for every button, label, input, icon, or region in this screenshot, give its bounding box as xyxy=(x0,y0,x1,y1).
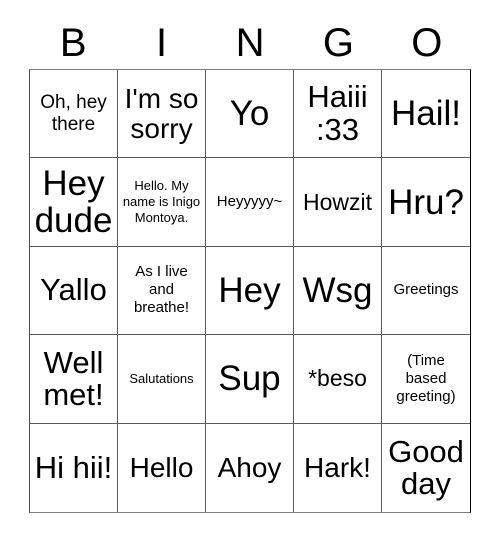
bingo-cell-text: Greetings xyxy=(393,281,459,299)
bingo-cell[interactable]: Hey dude xyxy=(30,158,118,247)
bingo-cell-text: Hail! xyxy=(390,94,462,134)
bingo-grid: Oh, hey there I'm so sorry Yo Haiii :33 … xyxy=(29,69,471,513)
bingo-header-letter-i: I xyxy=(156,20,168,65)
bingo-cell-text: Ahoy xyxy=(217,452,282,484)
bingo-cell[interactable]: Haiii :33 xyxy=(294,70,382,159)
bingo-cell-text: Hello xyxy=(129,452,194,484)
bingo-cell-text: (Time based greeting) xyxy=(396,351,456,405)
bingo-header-letter-n: N xyxy=(235,20,265,65)
bingo-cell[interactable]: (Time based greeting) xyxy=(382,335,470,424)
bingo-cell[interactable]: Hru? xyxy=(382,158,470,247)
bingo-cell[interactable]: Hail! xyxy=(382,70,470,159)
bingo-cell[interactable]: Hark! xyxy=(294,423,382,512)
bingo-cell[interactable]: Heyyyyy~ xyxy=(206,158,294,247)
bingo-cell[interactable]: Wsg xyxy=(294,246,382,336)
bingo-cell-text: Hey xyxy=(218,270,281,310)
bingo-cell-text: Haiii :33 xyxy=(307,79,368,147)
bingo-cell-text: Hru? xyxy=(388,182,464,222)
bingo-cell-text: Hi hii! xyxy=(34,449,113,485)
bingo-header-letter-g: G xyxy=(322,20,354,65)
bingo-cell-text: Yo xyxy=(229,94,270,134)
bingo-cell[interactable]: As I live and breathe! xyxy=(118,246,206,336)
bingo-cell-text: Yallo xyxy=(40,272,107,308)
bingo-cell-text: Hello. My name is Inigo Montoya. xyxy=(122,178,201,226)
bingo-cell[interactable]: Good day xyxy=(382,423,470,512)
bingo-header-letter-o: O xyxy=(411,20,443,65)
bingo-cell[interactable]: Oh, hey there xyxy=(30,70,118,159)
bingo-cell[interactable]: Yo xyxy=(206,70,294,159)
bingo-cell-text: Heyyyyy~ xyxy=(216,193,283,211)
bingo-cell[interactable]: Hi hii! xyxy=(30,423,118,512)
bingo-cell-text: I'm so sorry xyxy=(124,83,199,144)
bingo-cell[interactable]: Sup xyxy=(206,335,294,424)
bingo-cell-text: Sup xyxy=(218,359,281,399)
bingo-cell[interactable]: I'm so sorry xyxy=(118,70,206,159)
bingo-cell[interactable]: Hey xyxy=(206,246,294,336)
bingo-cell[interactable]: Ahoy xyxy=(206,423,294,512)
bingo-header-row: B I N G O xyxy=(29,16,471,69)
bingo-cell[interactable]: Howzit xyxy=(294,158,382,247)
bingo-cell-text: Oh, hey there xyxy=(40,92,107,135)
bingo-cell[interactable]: Salutations xyxy=(118,335,206,424)
bingo-card: B I N G O Oh, hey there I'm so sorry Yo … xyxy=(0,0,500,544)
bingo-cell[interactable]: *beso xyxy=(294,335,382,424)
bingo-cell-text: Wsg xyxy=(302,270,373,310)
bingo-cell-text: Hey dude xyxy=(34,164,113,241)
bingo-cell-text: Hark! xyxy=(304,452,371,484)
bingo-cell[interactable]: Greetings xyxy=(382,246,470,336)
bingo-header-letter-b: B xyxy=(59,20,87,65)
bingo-cell-text: Salutations xyxy=(129,370,194,386)
bingo-cell-text: As I live and breathe! xyxy=(133,263,190,317)
bingo-cell[interactable]: Yallo xyxy=(30,246,118,336)
bingo-cell[interactable]: Well met! xyxy=(30,335,118,424)
bingo-cell[interactable]: Hello. My name is Inigo Montoya. xyxy=(118,158,206,247)
bingo-cell-text: *beso xyxy=(308,365,367,392)
bingo-cell[interactable]: Hello xyxy=(118,423,206,512)
bingo-cell-text: Good day xyxy=(388,433,464,501)
bingo-cell-text: Howzit xyxy=(302,188,372,215)
bingo-cell-text: Well met! xyxy=(43,344,104,412)
